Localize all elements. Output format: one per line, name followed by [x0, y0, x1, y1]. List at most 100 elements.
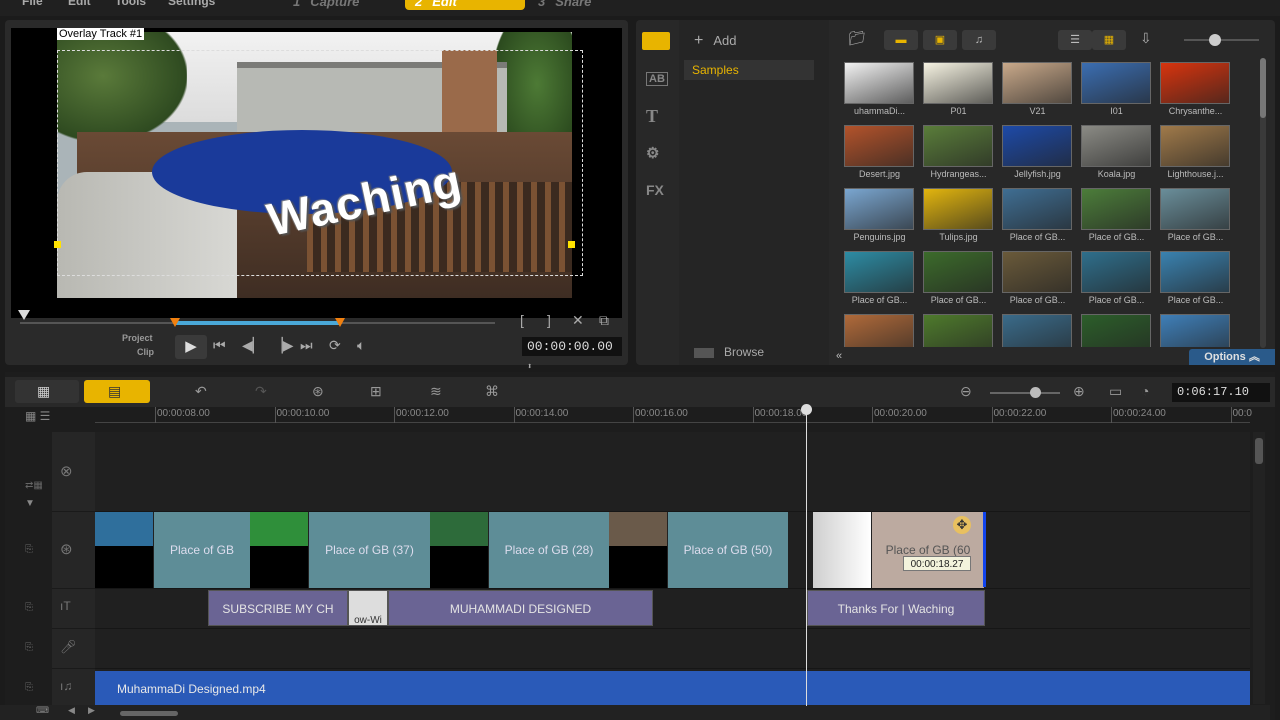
fx-icon[interactable]: FX: [646, 182, 664, 198]
show-photos-icon[interactable]: ▣: [923, 30, 957, 50]
ripple-editing-icon[interactable]: ⇄▦: [25, 480, 43, 491]
transition-icon[interactable]: AB: [646, 72, 668, 86]
library-thumbnail[interactable]: [1002, 314, 1072, 347]
storyboard-view-button[interactable]: ▦: [15, 380, 79, 403]
mark-out-icon[interactable]: ]: [547, 312, 551, 328]
fit-project-icon[interactable]: ▭: [1109, 383, 1122, 400]
library-thumbnail[interactable]: [1160, 251, 1230, 293]
timeline-horizontal-scrollbar[interactable]: [120, 711, 178, 716]
library-thumbnail[interactable]: [1081, 188, 1151, 230]
zoom-slider[interactable]: [990, 392, 1060, 394]
track-header-music[interactable]: ı♫: [52, 669, 95, 709]
timeline-timecode[interactable]: 0:06:17.10: [1172, 383, 1270, 402]
mode-clip-label[interactable]: Clip: [137, 347, 154, 357]
tab-edit[interactable]: 2 Edit: [405, 0, 525, 10]
redo-icon[interactable]: ↷: [255, 383, 267, 400]
library-thumbnail[interactable]: [844, 251, 914, 293]
video-clip[interactable]: Place of GB (37): [308, 512, 430, 588]
library-thumbnail[interactable]: [1081, 314, 1151, 347]
repeat-icon[interactable]: ⟳: [329, 337, 341, 354]
go-to-start-icon[interactable]: ⏮: [213, 337, 226, 354]
volume-icon[interactable]: 🔈︎: [357, 337, 365, 354]
clip-thumbnail[interactable]: [430, 512, 488, 588]
video-clip[interactable]: Place of GB (28): [488, 512, 609, 588]
library-thumbnail[interactable]: [844, 188, 914, 230]
thumbnail-view-icon[interactable]: ▦: [1092, 30, 1126, 50]
library-thumbnail[interactable]: [923, 62, 993, 104]
mode-project-label[interactable]: Project: [122, 333, 153, 343]
spinner-icon[interactable]: ⬍: [527, 362, 532, 372]
library-thumbnail[interactable]: [1002, 251, 1072, 293]
track-visibility-icon[interactable]: ⎘: [25, 544, 33, 555]
library-thumbnail[interactable]: [1160, 62, 1230, 104]
play-icon[interactable]: ▶: [175, 335, 207, 359]
zoom-preset-icon[interactable]: ⌨: [36, 705, 49, 716]
next-frame-icon[interactable]: ▕▶: [272, 337, 294, 354]
library-thumbnail[interactable]: [844, 314, 914, 347]
project-duration-icon[interactable]: ◔: [1141, 383, 1149, 399]
resize-handle[interactable]: [54, 241, 61, 248]
title-clip[interactable]: SUBSCRIBE MY CH: [208, 590, 348, 626]
library-thumbnail[interactable]: [1002, 62, 1072, 104]
track-header-title[interactable]: ıT: [52, 589, 95, 629]
preview-screen[interactable]: Overlay Track #1 Waching: [11, 28, 622, 318]
scrollbar-thumb[interactable]: [1260, 58, 1266, 118]
thumbnail-size-knob[interactable]: [1209, 34, 1221, 46]
preview-scrubber[interactable]: [18, 310, 495, 334]
track-visibility-icon[interactable]: ⎘: [25, 682, 33, 693]
library-thumbnail[interactable]: [923, 188, 993, 230]
library-thumbnail[interactable]: [1002, 188, 1072, 230]
music-clip[interactable]: MuhammaDi Designed.mp4: [95, 671, 1250, 707]
title-icon[interactable]: T: [646, 106, 658, 127]
menu-edit[interactable]: Edit: [68, 0, 91, 8]
title-clip[interactable]: Thanks For | Waching: [807, 590, 985, 626]
library-thumbnail[interactable]: [1081, 251, 1151, 293]
playhead-handle[interactable]: [801, 404, 812, 415]
chevron-down-icon[interactable]: ▼: [25, 498, 35, 509]
library-thumbnail[interactable]: [923, 251, 993, 293]
clip-thumbnail[interactable]: [95, 512, 153, 588]
tab-capture[interactable]: 1 Capture: [283, 0, 401, 10]
graphic-icon[interactable]: ⚙: [646, 144, 659, 162]
scroll-right-icon[interactable]: ▶: [88, 705, 95, 716]
trim-out-marker[interactable]: [335, 318, 345, 327]
video-track[interactable]: [95, 432, 1250, 512]
sound-mixer-icon[interactable]: ⊞: [370, 383, 382, 400]
clip-thumbnail[interactable]: [250, 512, 308, 588]
folder-icon[interactable]: 📁︎: [848, 30, 866, 47]
options-button[interactable]: Options ︽: [1189, 349, 1275, 365]
timeline-vertical-scrollbar[interactable]: [1253, 432, 1265, 704]
timeline-ruler[interactable]: 00:00:08.00 00:00:10.00 00:00:12.00 00:00:1…: [95, 407, 1252, 423]
library-thumbnail[interactable]: [923, 125, 993, 167]
track-manager-icon[interactable]: ⌘: [485, 383, 499, 400]
menu-tools[interactable]: Tools: [115, 0, 146, 8]
library-thumbnail[interactable]: [1160, 314, 1230, 347]
overlay-track[interactable]: Place of GB Place of GB (37) Place of GB (…: [95, 512, 1250, 589]
scrubber-knob[interactable]: [18, 310, 30, 320]
track-visibility-icon[interactable]: ⎘: [25, 642, 33, 653]
music-track[interactable]: MuhammaDi Designed.mp4: [95, 669, 1250, 709]
library-thumbnail[interactable]: [923, 314, 993, 347]
timeline-view-button[interactable]: ▤: [84, 380, 150, 403]
library-thumbnail[interactable]: [1160, 125, 1230, 167]
zoom-slider-knob[interactable]: [1030, 387, 1041, 398]
menu-settings[interactable]: Settings: [168, 0, 215, 8]
scroll-left-icon[interactable]: ◀: [68, 705, 75, 716]
track-header-voice[interactable]: 🎤︎: [52, 629, 95, 669]
record-capture-icon[interactable]: ⊛: [312, 383, 324, 400]
title-clip[interactable]: ow-Wi: [348, 590, 388, 626]
timeline-playhead[interactable]: [806, 406, 807, 706]
show-audio-icon[interactable]: ♫: [962, 30, 996, 50]
voice-track[interactable]: [95, 629, 1250, 669]
list-view-icon[interactable]: ☰: [1058, 30, 1092, 50]
library-thumbnail[interactable]: [1160, 188, 1230, 230]
collapse-library-icon[interactable]: «: [836, 350, 842, 362]
sort-icon[interactable]: ⇩: [1140, 30, 1152, 47]
title-clip[interactable]: MUHAMMADI DESIGNED: [388, 590, 653, 626]
show-all-tracks-icon[interactable]: ▦ ☰: [25, 409, 50, 423]
library-thumbnail[interactable]: [1081, 62, 1151, 104]
track-header-overlay[interactable]: ⊛: [52, 512, 95, 589]
library-scrollbar[interactable]: [1260, 58, 1266, 348]
trim-in-marker[interactable]: [170, 318, 180, 327]
preview-timecode[interactable]: 00:00:00.00 ⬍: [522, 337, 622, 372]
